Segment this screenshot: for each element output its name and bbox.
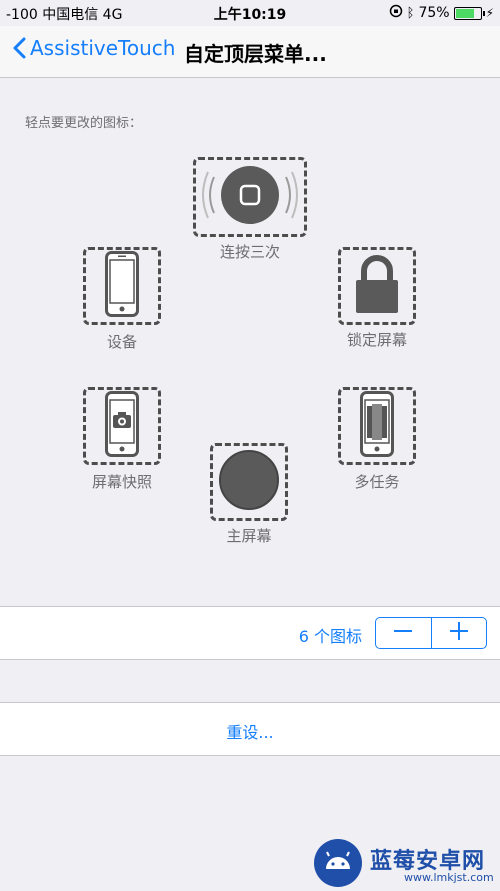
watermark: 蓝莓安卓网 www.lmkjst.com: [300, 835, 500, 889]
icon-slot-triple-click[interactable]: 连按三次: [193, 157, 307, 262]
increment-button[interactable]: [430, 618, 487, 648]
icon-box: [193, 157, 307, 237]
camera-phone-icon: [105, 391, 139, 461]
iphone-icon: [105, 251, 139, 321]
multitask-icon: [360, 391, 394, 461]
icon-slot-device[interactable]: 设备: [83, 247, 163, 353]
watermark-url: www.lmkjst.com: [404, 871, 494, 884]
orientation-lock-icon: [389, 4, 403, 22]
back-label: AssistiveTouch: [30, 36, 176, 60]
icon-slot-multitasking[interactable]: 多任务: [338, 387, 418, 493]
status-bar: -100 中国电信 4G 上午10:19 ᛒ 75% ⚡: [0, 0, 500, 26]
icon-slot-lock-screen[interactable]: 锁定屏幕: [330, 247, 424, 349]
decrement-button[interactable]: [376, 618, 431, 648]
navigation-bar: AssistiveTouch 自定顶层菜单...: [0, 26, 500, 78]
lock-icon: [354, 253, 400, 319]
icon-label: 多任务: [354, 473, 400, 491]
icon-label: 连按三次: [219, 243, 280, 261]
home-button-icon: [217, 448, 281, 516]
chevron-left-icon: [12, 37, 26, 59]
icon-slot-home[interactable]: 主屏幕: [210, 443, 290, 547]
icon-box: [338, 247, 416, 325]
plus-icon: [449, 622, 468, 644]
icon-slot-screenshot[interactable]: 屏幕快照: [83, 387, 163, 493]
icon-label: 主屏幕: [226, 527, 272, 545]
instruction-text: 轻点要更改的图标：: [25, 116, 143, 131]
back-button[interactable]: AssistiveTouch: [12, 36, 175, 60]
icon-count-label: 6 个图标: [298, 627, 362, 646]
battery-icon: [453, 6, 485, 20]
home-button-vibrate-icon: [200, 162, 300, 232]
bluetooth-icon: ᛒ: [406, 5, 415, 21]
battery-fill: [455, 8, 474, 18]
icon-label: 屏幕快照: [91, 473, 152, 491]
charging-icon: ⚡: [485, 6, 494, 20]
icon-count-row: 6 个图标: [0, 606, 500, 660]
minus-icon: [394, 622, 413, 644]
icon-label: 锁定屏幕: [346, 331, 407, 349]
reset-row: 重设...: [0, 702, 500, 756]
reset-button[interactable]: 重设...: [0, 719, 500, 743]
icon-label: 设备: [106, 333, 137, 351]
status-right: ᛒ 75% ⚡: [389, 4, 494, 22]
page-title: 自定顶层菜单...: [184, 42, 327, 66]
android-robot-icon: [314, 839, 362, 887]
icon-box: [83, 387, 161, 465]
icon-box: [83, 247, 161, 325]
icon-box: [210, 443, 288, 521]
icon-count-stepper: [375, 617, 487, 649]
battery-percent: 75%: [418, 5, 450, 21]
icon-box: [338, 387, 416, 465]
